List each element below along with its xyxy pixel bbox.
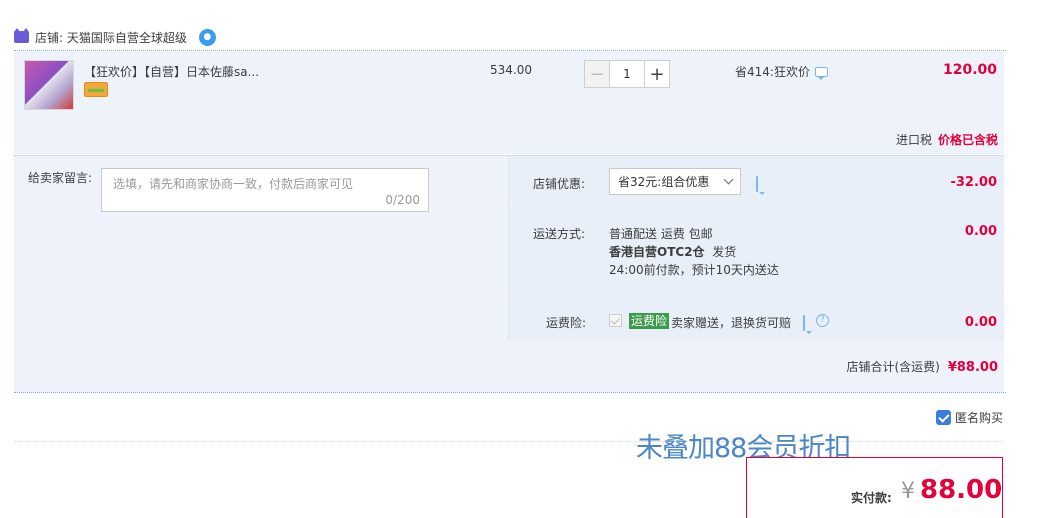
insurance-text: 卖家赠送，退换货可赔 [671, 316, 792, 330]
decrease-quantity-button[interactable]: − [584, 60, 610, 88]
shop-total-label: 店铺合计(含运费) [846, 360, 940, 374]
tax-info: 进口税 价格已含税 [870, 131, 998, 148]
currency-symbol: ¥ [901, 479, 915, 504]
shop-header: 店铺: 天猫国际自营全球超级 ● [14, 27, 216, 47]
message-icon[interactable] [814, 66, 828, 80]
message-char-count: 0/200 [385, 193, 420, 207]
insurance-checkbox [609, 314, 622, 327]
increase-quantity-button[interactable]: + [644, 60, 670, 88]
panel-divider [508, 156, 509, 339]
product-thumbnail[interactable] [24, 60, 74, 110]
anonymous-checkbox[interactable] [936, 410, 951, 425]
shipping-warehouse: 香港自营OTC2仓 发货 [609, 243, 779, 261]
item-subtotal: 120.00 [942, 62, 997, 78]
delivery-estimate: 24:00前付款，预计10天内送达 [609, 263, 779, 277]
tax-label: 进口税 [895, 133, 932, 147]
shop-total: 店铺合计(含运费) ¥88.00 [760, 358, 998, 375]
warehouse-name: 香港自营OTC2仓 [609, 245, 705, 259]
message-label: 给卖家留言: [28, 171, 93, 185]
footer-divider [14, 441, 1004, 442]
wangwang-chat-icon[interactable]: ● [198, 28, 216, 46]
quantity-input[interactable]: 1 [609, 60, 645, 88]
shop-total-amount: ¥88.00 [947, 360, 998, 375]
warehouse-action: 发货 [712, 245, 737, 259]
shipping-label: 运送方式: [533, 227, 586, 241]
item-discount: 省414:狂欢价 [735, 63, 828, 80]
coupon-selected-value: 省32元:组合优惠 [618, 175, 710, 189]
unit-price: 534.00 [490, 63, 532, 77]
seller-message-placeholder: 选填，请先和商家协商一致，付款后商家可见 [113, 177, 354, 191]
tax-status: 价格已含税 [937, 133, 998, 147]
insurance-label: 运费险: [546, 316, 587, 330]
anonymous-purchase[interactable]: 匿名购买 [936, 409, 1003, 426]
panel-bottom-divider [14, 392, 1006, 393]
coupon-label: 店铺优惠: [533, 177, 586, 191]
coupon-select[interactable]: 省32元:组合优惠 [609, 168, 741, 195]
tmall-cat-icon [14, 28, 29, 43]
payment-amount: 88.00 [920, 475, 1003, 505]
insurance-amount: 0.00 [964, 315, 997, 330]
chevron-down-icon [723, 174, 734, 185]
shipping-details: 普通配送 运费 包邮 香港自营OTC2仓 发货 24:00前付款，预计10天内送… [609, 225, 779, 279]
coupon-amount: -32.00 [950, 175, 997, 190]
coupon-message-icon[interactable] [756, 176, 758, 192]
shipping-method: 普通配送 运费 包邮 [609, 227, 713, 241]
quantity-stepper: − 1 + [584, 60, 670, 88]
shipping-amount: 0.00 [964, 224, 997, 239]
shop-divider [14, 50, 1006, 51]
shop-name[interactable]: 店铺: 天猫国际自营全球超级 [35, 29, 187, 46]
insurance-badge: 运费险 [629, 313, 670, 329]
discount-note-text: 省414:狂欢价 [735, 65, 810, 79]
anonymous-label: 匿名购买 [955, 411, 1004, 425]
product-title[interactable]: 【狂欢价】【自营】日本佐藤sa... [84, 63, 259, 80]
insurance-message-icon[interactable] [803, 315, 805, 331]
card-payment-icon [84, 82, 108, 97]
payment-label: 实付款: [851, 491, 892, 505]
help-icon[interactable]: ? [816, 314, 829, 327]
